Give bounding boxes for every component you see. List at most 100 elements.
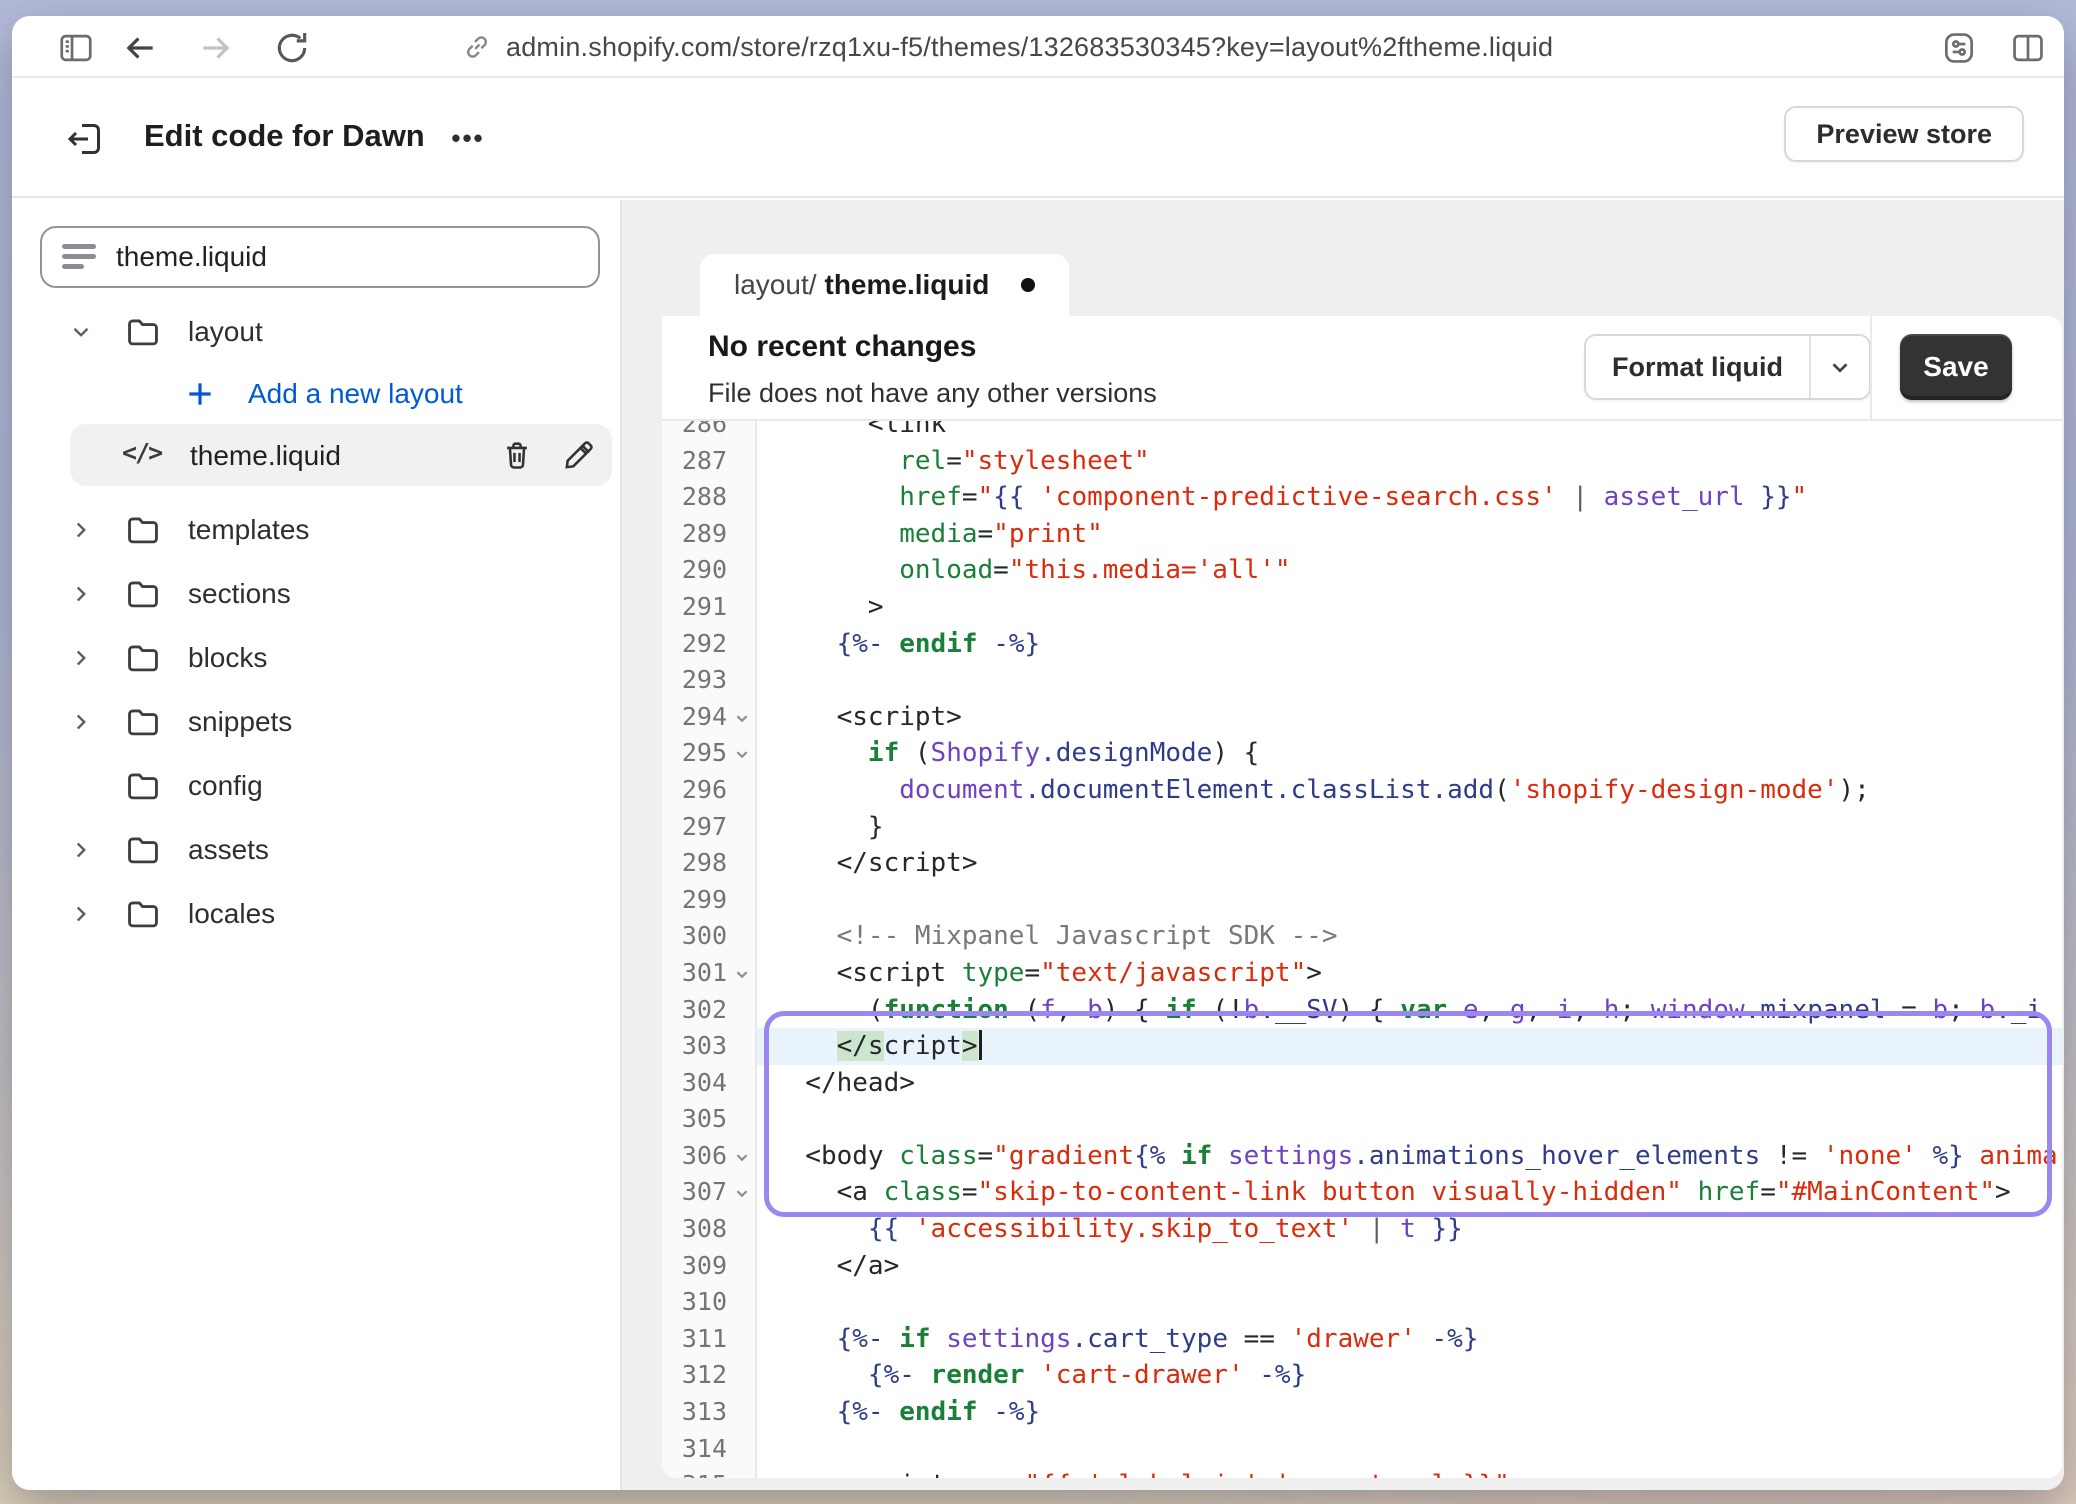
fold-chevron-icon[interactable] — [729, 1142, 753, 1166]
folder-icon — [124, 575, 164, 613]
fold-chevron-icon[interactable] — [729, 959, 753, 983]
sidebar-item-blocks[interactable]: blocks — [12, 626, 620, 690]
folder-label: assets — [188, 834, 269, 866]
code-line[interactable]: 293 — [662, 662, 2062, 699]
line-number: 308 — [662, 1211, 757, 1248]
code-editor[interactable]: 286 <link287 rel="stylesheet"288 href="{… — [662, 421, 2062, 1478]
format-liquid-label: Format liquid — [1586, 336, 1809, 398]
chevron-right-icon[interactable] — [68, 901, 98, 927]
code-line[interactable]: 292 {%- endif -%} — [662, 626, 2062, 663]
more-actions-button[interactable]: ••• — [440, 116, 496, 160]
line-number: 306 — [662, 1138, 757, 1175]
sidebar-item-config[interactable]: config — [12, 754, 620, 818]
code-line[interactable]: 291 > — [662, 589, 2062, 626]
code-line[interactable]: 297 } — [662, 809, 2062, 846]
code-line[interactable]: 287 rel="stylesheet" — [662, 443, 2062, 480]
tab-path-prefix: layout/ — [734, 269, 817, 301]
folder-icon — [124, 639, 164, 677]
address-bar[interactable]: admin.shopify.com/store/rzq1xu-f5/themes… — [462, 16, 1553, 78]
delete-file-icon[interactable] — [500, 438, 536, 474]
line-number: 293 — [662, 662, 757, 699]
code-line[interactable]: 288 href="{{ 'component-predictive-searc… — [662, 479, 2062, 516]
code-line[interactable]: 305 — [662, 1101, 2062, 1138]
line-number: 299 — [662, 882, 757, 919]
forward-icon[interactable] — [194, 26, 238, 70]
code-line[interactable]: 299 — [662, 882, 2062, 919]
folder-label: blocks — [188, 642, 267, 674]
code-line[interactable]: 315 <script src="{{ 'global.js' | asset_… — [662, 1467, 2062, 1478]
code-line[interactable]: 296 document.documentElement.classList.a… — [662, 772, 2062, 809]
code-line[interactable]: 303 </script> — [662, 1028, 2062, 1065]
code-text — [757, 662, 2062, 699]
folder-label: layout — [188, 316, 263, 348]
sidebar-item-assets[interactable]: assets — [12, 818, 620, 882]
file-filter-input[interactable] — [116, 241, 556, 273]
sidebar-item-sections[interactable]: sections — [12, 562, 620, 626]
code-line[interactable]: 286 <link — [662, 421, 2062, 443]
version-status-bar: No recent changes File does not have any… — [662, 316, 2062, 421]
fold-chevron-icon[interactable] — [729, 1178, 753, 1202]
code-line[interactable]: 312 {%- render 'cart-drawer' -%} — [662, 1357, 2062, 1394]
link-icon — [462, 32, 492, 62]
folder-label: snippets — [188, 706, 292, 738]
line-number: 289 — [662, 516, 757, 553]
code-line[interactable]: 311 {%- if settings.cart_type == 'drawer… — [662, 1321, 2062, 1358]
code-line[interactable]: 306 <body class="gradient{% if settings.… — [662, 1138, 2062, 1175]
page-settings-icon[interactable] — [1937, 26, 1981, 70]
status-subtitle: File does not have any other versions — [708, 378, 1157, 409]
chevron-right-icon[interactable] — [68, 645, 98, 671]
code-text: <a class="skip-to-content-link button vi… — [757, 1174, 2062, 1211]
chevron-down-icon[interactable] — [68, 319, 98, 345]
code-text: > — [757, 589, 2062, 626]
code-line[interactable]: 308 {{ 'accessibility.skip_to_text' | t … — [662, 1211, 2062, 1248]
folder-label: config — [188, 770, 263, 802]
code-line[interactable]: 295 if (Shopify.designMode) { — [662, 735, 2062, 772]
code-line[interactable]: 307 <a class="skip-to-content-link butto… — [662, 1174, 2062, 1211]
code-line[interactable]: 294 <script> — [662, 699, 2062, 736]
chevron-right-icon[interactable] — [68, 517, 98, 543]
sidebar-item-snippets[interactable]: snippets — [12, 690, 620, 754]
chevron-right-icon[interactable] — [68, 837, 98, 863]
split-view-icon[interactable] — [2006, 26, 2050, 70]
code-line[interactable]: 310 — [662, 1284, 2062, 1321]
code-line[interactable]: 309 </a> — [662, 1248, 2062, 1285]
folder-icon — [124, 313, 164, 351]
sidebar-item-templates[interactable]: templates — [12, 498, 620, 562]
code-line[interactable]: 298 </script> — [662, 845, 2062, 882]
add-new-layout-link[interactable]: Add a new layout — [12, 364, 620, 424]
code-line[interactable]: 289 media="print" — [662, 516, 2062, 553]
chevron-right-icon[interactable] — [68, 709, 98, 735]
line-number: 315 — [662, 1467, 757, 1478]
code-line[interactable]: 301 <script type="text/javascript"> — [662, 955, 2062, 992]
code-line[interactable]: 314 — [662, 1431, 2062, 1468]
line-number: 302 — [662, 992, 757, 1029]
reload-icon[interactable] — [270, 26, 314, 70]
code-line[interactable]: 304 </head> — [662, 1065, 2062, 1102]
sidebar-item-layout[interactable]: layout — [12, 300, 620, 364]
folder-icon — [124, 703, 164, 741]
format-dropdown-button[interactable] — [1809, 336, 1869, 398]
save-button[interactable]: Save — [1900, 334, 2012, 400]
sidebar-item-locales[interactable]: locales — [12, 882, 620, 946]
back-icon[interactable] — [118, 26, 162, 70]
app-header: Edit code for Dawn ••• Preview store — [12, 80, 2064, 198]
code-text — [757, 1284, 2062, 1321]
code-line[interactable]: 290 onload="this.media='all'" — [662, 552, 2062, 589]
code-text: {%- if settings.cart_type == 'drawer' -%… — [757, 1321, 2062, 1358]
file-filter-box[interactable] — [40, 226, 600, 288]
rename-file-icon[interactable] — [562, 438, 598, 474]
code-text: <link — [757, 421, 2062, 443]
code-line[interactable]: 302 (function (f, b) { if (!b.__SV) { va… — [662, 992, 2062, 1029]
code-line[interactable]: 313 {%- endif -%} — [662, 1394, 2062, 1431]
code-line[interactable]: 300 <!-- Mixpanel Javascript SDK --> — [662, 918, 2062, 955]
fold-chevron-icon[interactable] — [729, 739, 753, 763]
code-text: {%- endif -%} — [757, 1394, 2062, 1431]
tab-theme-liquid[interactable]: layout/theme.liquid — [700, 254, 1069, 316]
code-text: onload="this.media='all'" — [757, 552, 2062, 589]
format-liquid-button[interactable]: Format liquid — [1584, 334, 1871, 400]
exit-editor-icon[interactable] — [60, 114, 110, 164]
preview-store-button[interactable]: Preview store — [1784, 106, 2024, 162]
fold-chevron-icon[interactable] — [729, 703, 753, 727]
chevron-right-icon[interactable] — [68, 581, 98, 607]
sidebar-toggle-icon[interactable] — [54, 26, 98, 70]
